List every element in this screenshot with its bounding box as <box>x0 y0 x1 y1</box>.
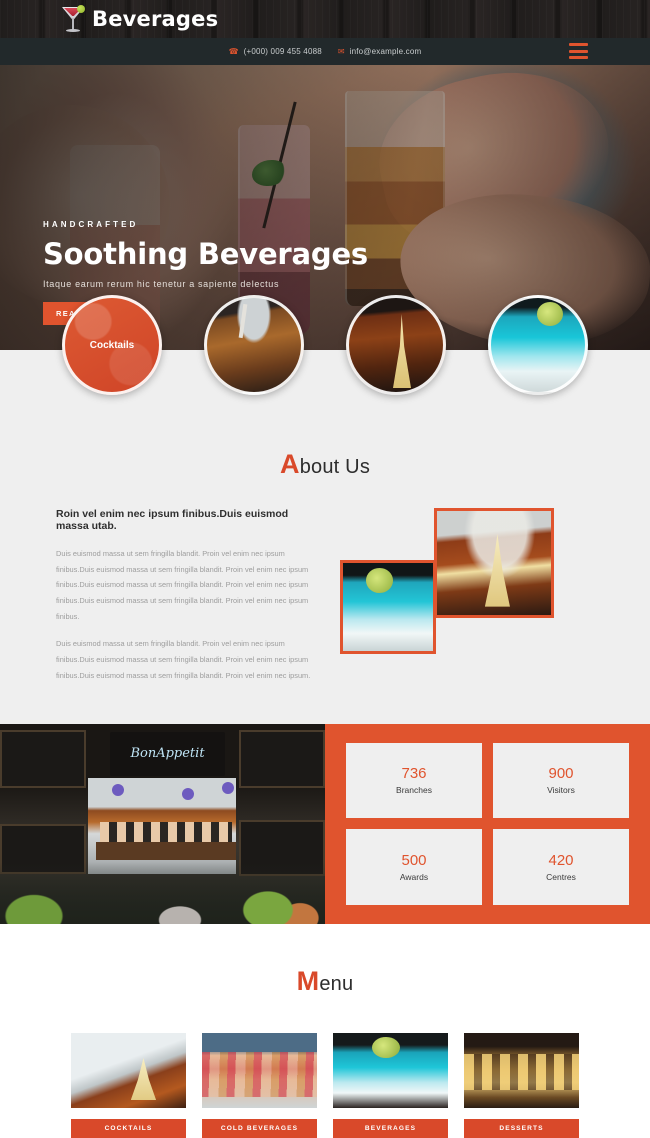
about-image-collage <box>332 508 562 658</box>
stat-centres-label: Centres <box>546 871 576 882</box>
menu-section: Menu COCKTAILS COLD BEVERAGES BEVERAGES … <box>0 923 650 1138</box>
restaurant-photo: BonAppetit <box>0 723 325 924</box>
email-link[interactable]: ✉ info@example.com <box>338 47 422 56</box>
contact-bar: ☎ (+000) 009 455 4088 ✉ info@example.com <box>0 38 650 65</box>
menu-thumb-beverages[interactable] <box>333 1032 448 1108</box>
stat-branches: 736 Branches <box>346 742 482 818</box>
menu-title-rest: enu <box>319 972 354 995</box>
stat-awards: 500 Awards <box>346 829 482 905</box>
menu-card-beverages: BEVERAGES <box>333 1032 448 1138</box>
about-title-capital: A <box>279 449 300 479</box>
stat-awards-number: 500 <box>401 851 427 869</box>
phone-icon: ☎ <box>228 46 239 56</box>
hero-kicker: HANDCRAFTED <box>43 220 139 229</box>
menu-grid: COCKTAILS COLD BEVERAGES BEVERAGES DESSE… <box>0 1032 650 1138</box>
category-iced-coffee[interactable] <box>204 295 304 395</box>
hamburger-menu-icon[interactable] <box>569 43 588 59</box>
brand-name: Beverages <box>92 7 219 31</box>
about-title-rest: bout Us <box>299 456 371 478</box>
category-dark-beverage[interactable] <box>346 295 446 395</box>
stat-visitors: 900 Visitors <box>493 742 629 818</box>
menu-button-cocktails[interactable]: COCKTAILS <box>71 1118 186 1138</box>
about-image-blue-drink[interactable] <box>340 560 436 654</box>
category-circles: Cocktails <box>0 295 650 415</box>
restaurant-sign-text: BonAppetit <box>110 731 225 776</box>
email-address: info@example.com <box>349 47 422 56</box>
menu-thumb-cold-beverages[interactable] <box>202 1032 317 1108</box>
stat-branches-number: 736 <box>401 765 427 783</box>
about-section: About Us Roin vel enim nec ipsum finibus… <box>0 415 650 724</box>
stat-visitors-number: 900 <box>548 765 574 783</box>
about-image-brown-drink[interactable] <box>434 508 554 618</box>
martini-glass-icon <box>60 4 86 34</box>
menu-button-desserts[interactable]: DESSERTS <box>464 1118 579 1138</box>
menu-thumb-desserts[interactable] <box>464 1032 579 1108</box>
about-paragraph-2: Duis euismod massa ut sem fringilla blan… <box>56 639 311 680</box>
menu-card-cocktails: COCKTAILS <box>71 1032 186 1138</box>
about-title: About Us <box>0 449 650 480</box>
menu-button-beverages[interactable]: BEVERAGES <box>333 1118 448 1138</box>
menu-card-desserts: DESSERTS <box>464 1032 579 1138</box>
stats-section: BonAppetit 736 Branches 900 Visitors 500… <box>0 723 650 924</box>
menu-title-capital: M <box>296 965 320 996</box>
category-cocktails[interactable]: Cocktails <box>62 295 162 395</box>
menu-card-cold-beverages: COLD BEVERAGES <box>202 1032 317 1138</box>
category-blue-margarita[interactable] <box>488 295 588 395</box>
menu-thumb-cocktails[interactable] <box>71 1032 186 1108</box>
category-cocktails-label: Cocktails <box>89 339 135 351</box>
hero-subtitle: Itaque earum rerum hic tenetur a sapient… <box>43 279 280 290</box>
top-wood-bar: Beverages <box>0 0 650 38</box>
about-row: Roin vel enim nec ipsum finibus.Duis eui… <box>0 508 650 696</box>
stat-awards-label: Awards <box>399 871 429 882</box>
category-circles-band: Cocktails <box>0 295 650 415</box>
stat-branches-label: Branches <box>396 785 432 796</box>
phone-link[interactable]: ☎ (+000) 009 455 4088 <box>229 47 322 56</box>
about-paragraph-1: Duis euismod massa ut sem fringilla blan… <box>56 549 309 621</box>
stat-visitors-label: Visitors <box>547 785 575 796</box>
hero-title: Soothing Beverages <box>43 237 368 271</box>
menu-button-cold-beverages[interactable]: COLD BEVERAGES <box>202 1118 317 1138</box>
stat-centres-number: 420 <box>548 851 574 869</box>
envelope-icon: ✉ <box>337 46 345 56</box>
about-text-column: Roin vel enim nec ipsum finibus.Duis eui… <box>18 508 318 696</box>
stats-panel: 736 Branches 900 Visitors 500 Awards 420… <box>325 723 650 924</box>
about-heading: Roin vel enim nec ipsum finibus.Duis eui… <box>56 508 289 532</box>
brand-logo[interactable]: Beverages <box>60 0 218 38</box>
phone-number: (+000) 009 455 4088 <box>243 47 322 56</box>
stat-centres: 420 Centres <box>493 829 629 905</box>
menu-title: Menu <box>0 966 650 997</box>
